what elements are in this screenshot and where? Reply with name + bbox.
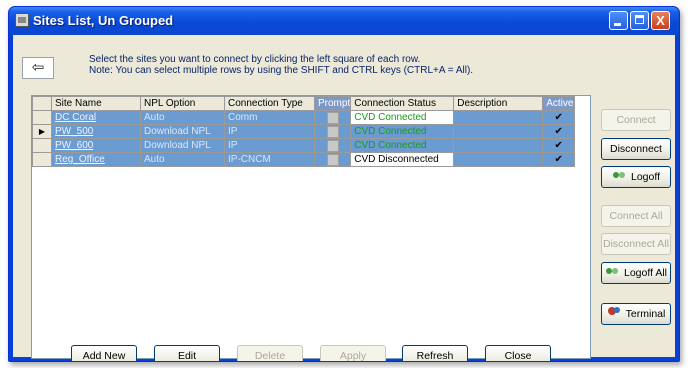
prompt-checkbox[interactable] [326, 111, 339, 124]
description-cell [453, 138, 544, 153]
logoff-all-button[interactable]: Logoff All [601, 262, 671, 284]
logoff-all-label: Logoff All [623, 267, 667, 279]
npl-option-cell: Auto [140, 152, 225, 167]
add-new-button[interactable]: Add New [71, 345, 137, 361]
logoff-icon [612, 167, 626, 187]
connection-status-cell: CVD Connected [350, 124, 455, 139]
disconnect-all-button[interactable]: Disconnect All [601, 233, 671, 255]
prompt-checkbox[interactable] [326, 153, 339, 166]
close-button[interactable]: Close [485, 345, 551, 361]
row-selector[interactable] [32, 110, 52, 125]
description-cell [453, 110, 544, 125]
delete-button[interactable]: Delete [237, 345, 303, 361]
row-selector[interactable] [32, 138, 52, 153]
back-arrow-icon: ⇦ [31, 59, 45, 76]
prompt-cell [313, 138, 352, 153]
prompt-checkbox[interactable] [326, 125, 339, 138]
active-cell: ✔ [542, 138, 576, 153]
active-cell: ✔ [542, 124, 576, 139]
refresh-button[interactable]: Refresh [402, 345, 468, 361]
apply-button[interactable]: Apply [320, 345, 386, 361]
minimize-button[interactable] [609, 11, 628, 30]
instruction-line-1: Select the sites you want to connect by … [89, 54, 421, 65]
active-check-icon[interactable]: ✔ [555, 126, 563, 137]
col-header-npl-option[interactable]: NPL Option [140, 96, 225, 111]
logoff-label: Logoff [630, 171, 660, 183]
sites-list-window: Sites List, Un Grouped X ⇦ Select the si… [8, 6, 680, 362]
header-row: Site Name NPL Option Connection Type Pro… [32, 96, 576, 111]
connection-status-cell: CVD Disconnected [350, 152, 455, 167]
maximize-button[interactable] [630, 11, 649, 30]
table-row[interactable]: ▶ PW_500 Download NPL IP CVD Connected ✔ [32, 124, 576, 139]
col-header-connection-status[interactable]: Connection Status [350, 96, 455, 111]
active-cell: ✔ [542, 110, 576, 125]
connection-type-cell: IP-CNCM [224, 152, 315, 167]
connection-status-cell: CVD Connected [350, 110, 455, 125]
col-header-prompt[interactable]: Prompt [313, 96, 352, 111]
row-selector-header[interactable] [32, 96, 52, 111]
terminal-button[interactable]: Terminal [601, 303, 671, 325]
description-cell [453, 152, 544, 167]
site-name-link[interactable]: Reg_Office [51, 152, 141, 167]
row-selector[interactable]: ▶ [32, 124, 52, 139]
col-header-connection-type[interactable]: Connection Type [224, 96, 315, 111]
maximize-icon [635, 15, 644, 24]
site-name-link[interactable]: DC Coral [51, 110, 141, 125]
title-bar[interactable]: Sites List, Un Grouped X [9, 7, 679, 35]
site-name-link[interactable]: PW_500 [51, 124, 141, 139]
connection-type-cell: IP [224, 124, 315, 139]
close-window-button[interactable]: X [651, 11, 670, 30]
active-check-icon[interactable]: ✔ [555, 140, 563, 151]
active-check-icon[interactable]: ✔ [555, 154, 563, 165]
col-header-description[interactable]: Description [453, 96, 544, 111]
connect-all-button[interactable]: Connect All [601, 205, 671, 227]
prompt-cell [313, 152, 352, 167]
close-icon: X [656, 13, 665, 28]
terminal-icon [607, 304, 621, 324]
table-row[interactable]: DC Coral Auto Comm CVD Connected ✔ [32, 110, 576, 125]
instruction-line-2: Note: You can select multiple rows by us… [89, 65, 474, 76]
edit-button[interactable]: Edit [154, 345, 220, 361]
sites-table: Site Name NPL Option Connection Type Pro… [32, 96, 576, 167]
col-header-active[interactable]: Active [542, 96, 576, 111]
row-selector[interactable] [32, 152, 52, 167]
prompt-cell [313, 110, 352, 125]
table-row[interactable]: PW_600 Download NPL IP CVD Connected ✔ [32, 138, 576, 153]
back-button[interactable]: ⇦ [22, 57, 54, 79]
npl-option-cell: Auto [140, 110, 225, 125]
terminal-label: Terminal [625, 308, 666, 320]
minimize-icon [614, 23, 621, 26]
logoff-button[interactable]: Logoff [601, 166, 671, 188]
connection-type-cell: IP [224, 138, 315, 153]
active-cell: ✔ [542, 152, 576, 167]
prompt-checkbox[interactable] [326, 139, 339, 152]
description-cell [453, 124, 544, 139]
instructions: Select the sites you want to connect by … [89, 54, 473, 76]
sites-grid[interactable]: Site Name NPL Option Connection Type Pro… [31, 95, 591, 359]
col-header-site-name[interactable]: Site Name [51, 96, 141, 111]
connection-status-cell: CVD Connected [350, 138, 455, 153]
npl-option-cell: Download NPL [140, 124, 225, 139]
npl-option-cell: Download NPL [140, 138, 225, 153]
active-check-icon[interactable]: ✔ [555, 112, 563, 123]
prompt-cell [313, 124, 352, 139]
disconnect-button[interactable]: Disconnect [601, 138, 671, 160]
table-row[interactable]: Reg_Office Auto IP-CNCM CVD Disconnected… [32, 152, 576, 167]
logoff-all-icon [605, 263, 619, 283]
current-row-pointer-icon: ▶ [38, 127, 46, 136]
connection-type-cell: Comm [224, 110, 315, 125]
window-title: Sites List, Un Grouped [33, 13, 174, 28]
site-name-link[interactable]: PW_600 [51, 138, 141, 153]
app-icon[interactable] [15, 13, 29, 27]
connect-button[interactable]: Connect [601, 109, 671, 131]
window-client-area: ⇦ Select the sites you want to connect b… [13, 35, 675, 361]
